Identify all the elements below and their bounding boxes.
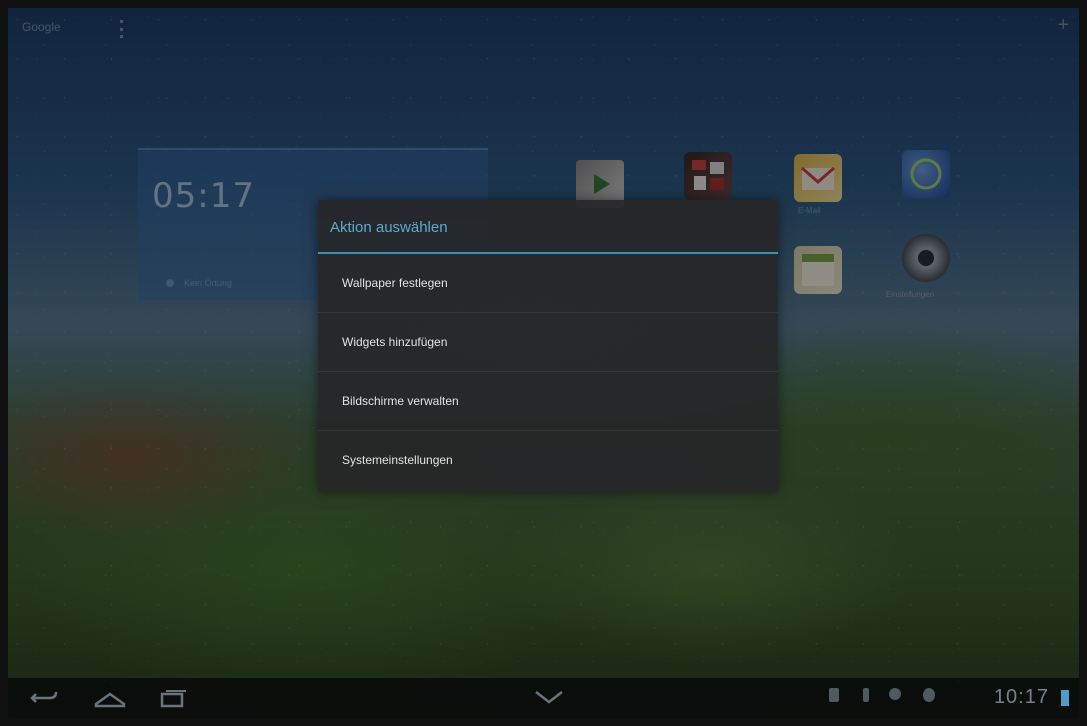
menu-item-set-wallpaper[interactable]: Wallpaper festlegen: [318, 254, 778, 313]
navigation-bar: 10:17: [8, 678, 1079, 718]
home-icon[interactable]: [92, 686, 128, 715]
screenshot-icon: [829, 688, 839, 702]
menu-item-system-settings[interactable]: Systemeinstellungen: [318, 431, 778, 489]
tablet-screen: Google + 05:17 Kein Ortung E-Mail Einste…: [8, 8, 1079, 718]
dialog-title: Aktion auswählen: [318, 200, 778, 254]
recent-apps-icon[interactable]: [158, 686, 188, 715]
menu-item-manage-screens[interactable]: Bildschirme verwalten: [318, 372, 778, 431]
menu-item-add-widgets[interactable]: Widgets hinzufügen: [318, 313, 778, 372]
action-dialog: Aktion auswählen Wallpaper festlegen Wid…: [318, 200, 778, 492]
status-time: 10:17: [993, 686, 1049, 708]
battery-icon: [1061, 690, 1069, 706]
bluetooth-icon: [923, 688, 935, 702]
signal-icon: [889, 688, 901, 700]
hide-keyboard-icon[interactable]: [532, 686, 566, 715]
usb-icon: [863, 688, 869, 702]
back-icon[interactable]: [30, 686, 60, 715]
